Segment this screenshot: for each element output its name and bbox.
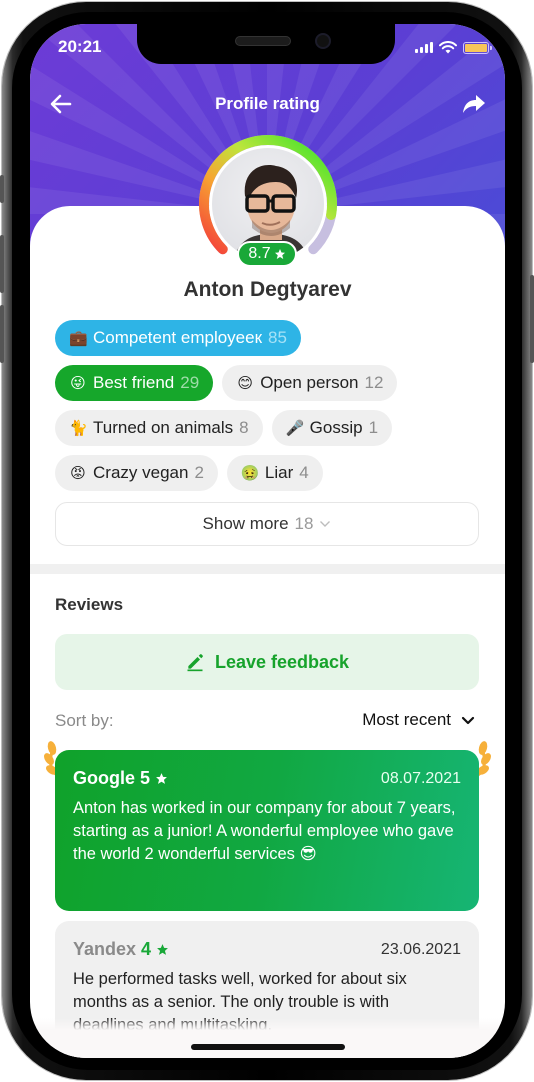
review-company: Yandex 4 <box>73 939 169 960</box>
trait-count: 4 <box>299 463 309 482</box>
chevron-down-icon <box>320 521 331 527</box>
leave-feedback-label: Leave feedback <box>214 651 350 672</box>
page-title: Profile rating <box>215 94 320 113</box>
trait-label: Gossip <box>309 418 363 437</box>
trait-label: Liar <box>264 463 294 482</box>
wifi-icon <box>439 41 457 54</box>
review-score: 5 <box>140 768 151 788</box>
review-date: 23.06.2021 <box>380 940 461 958</box>
trait-label: Open person <box>260 373 359 392</box>
angry-face-icon: 😡 <box>70 465 86 482</box>
trait-label: Best friend <box>93 373 175 392</box>
section-divider <box>30 564 505 574</box>
speaker <box>235 36 291 46</box>
side-button-power <box>530 275 534 363</box>
status-icons <box>415 41 492 54</box>
trait-chip-turned-on-animals[interactable]: 🐈 Turned on animals 8 <box>55 410 263 446</box>
trait-count: 2 <box>194 463 204 482</box>
notch <box>137 24 395 64</box>
bottom-fade <box>30 1018 505 1058</box>
rating-value: 8.7 <box>248 245 271 262</box>
trait-count: 85 <box>268 328 287 347</box>
microphone-icon: 🎤 <box>285 420 305 437</box>
review-company: Google 5 <box>73 768 168 789</box>
review-date: 08.07.2021 <box>380 769 461 787</box>
show-more-button[interactable]: Show more 18 <box>55 502 479 546</box>
company-name: Google <box>73 768 135 788</box>
trait-chip-liar[interactable]: 🤢 Liar 4 <box>226 455 323 491</box>
trait-count: 12 <box>364 373 384 392</box>
trait-chip-best-friend[interactable]: 😜 Best friend 29 <box>55 365 214 401</box>
sort-label: Sort by: <box>55 711 114 730</box>
trait-chips: 💼 Competent employeeк 85 😜 Best friend 2… <box>55 320 485 500</box>
briefcase-icon: 💼 <box>69 330 88 347</box>
trait-chip-open-person[interactable]: 😊 Open person 12 <box>222 365 398 401</box>
review-text: Anton has worked in our company for abou… <box>73 799 456 863</box>
sort-value: Most recent <box>362 710 451 729</box>
trait-label: Competent employeeк <box>93 328 263 347</box>
company-name: Yandex <box>73 939 137 959</box>
review-score: 4 <box>141 939 152 959</box>
trait-chip-gossip[interactable]: 🎤 Gossip 1 <box>271 410 393 446</box>
signal-icon <box>415 42 433 53</box>
trait-count: 8 <box>239 418 249 437</box>
rating-badge: 8.7 <box>237 241 297 267</box>
trait-count: 1 <box>368 418 379 437</box>
side-button-volume-down <box>0 305 4 363</box>
share-arrow-icon[interactable] <box>461 92 487 116</box>
home-indicator[interactable] <box>191 1044 345 1050</box>
star-icon <box>274 249 285 259</box>
sort-dropdown[interactable]: Most recent <box>362 710 475 730</box>
profile-name: Anton Degtyarev <box>183 278 352 301</box>
smiling-face-icon: 😊 <box>237 375 253 392</box>
pencil-icon <box>187 654 203 672</box>
nauseated-face-icon: 🤢 <box>240 465 260 482</box>
leave-feedback-button[interactable]: Leave feedback <box>55 634 479 690</box>
trait-chip-crazy-vegan[interactable]: 😡 Crazy vegan 2 <box>55 455 218 491</box>
chevron-down-icon <box>461 716 475 724</box>
star-icon <box>156 773 167 784</box>
front-camera <box>315 33 331 49</box>
app-screen: 20:21 Profile rating 8.7 Anton Degtyarev… <box>30 24 505 1058</box>
review-card-featured[interactable]: Google 5 08.07.2021 Anton has worked in … <box>55 750 479 911</box>
trait-count: 29 <box>180 373 200 392</box>
star-icon <box>157 944 168 955</box>
show-more-count: 18 <box>294 514 314 533</box>
battery-icon <box>463 41 492 54</box>
side-button-volume-up <box>0 235 4 293</box>
reviews-heading: Reviews <box>55 595 124 614</box>
show-more-label: Show more <box>202 514 289 533</box>
trait-chip-competent-employee[interactable]: 💼 Competent employeeк 85 <box>55 320 301 356</box>
cat-icon: 🐈 <box>69 420 88 437</box>
trait-label: Turned on animals <box>93 418 234 437</box>
winking-tongue-face-icon: 😜 <box>70 375 86 392</box>
avatar-rating-gauge: 8.7 <box>196 132 340 276</box>
status-time: 20:21 <box>58 37 102 56</box>
side-button-mute <box>0 175 4 203</box>
trait-label: Crazy vegan <box>93 463 189 482</box>
nav-bar: Profile rating <box>30 86 505 122</box>
